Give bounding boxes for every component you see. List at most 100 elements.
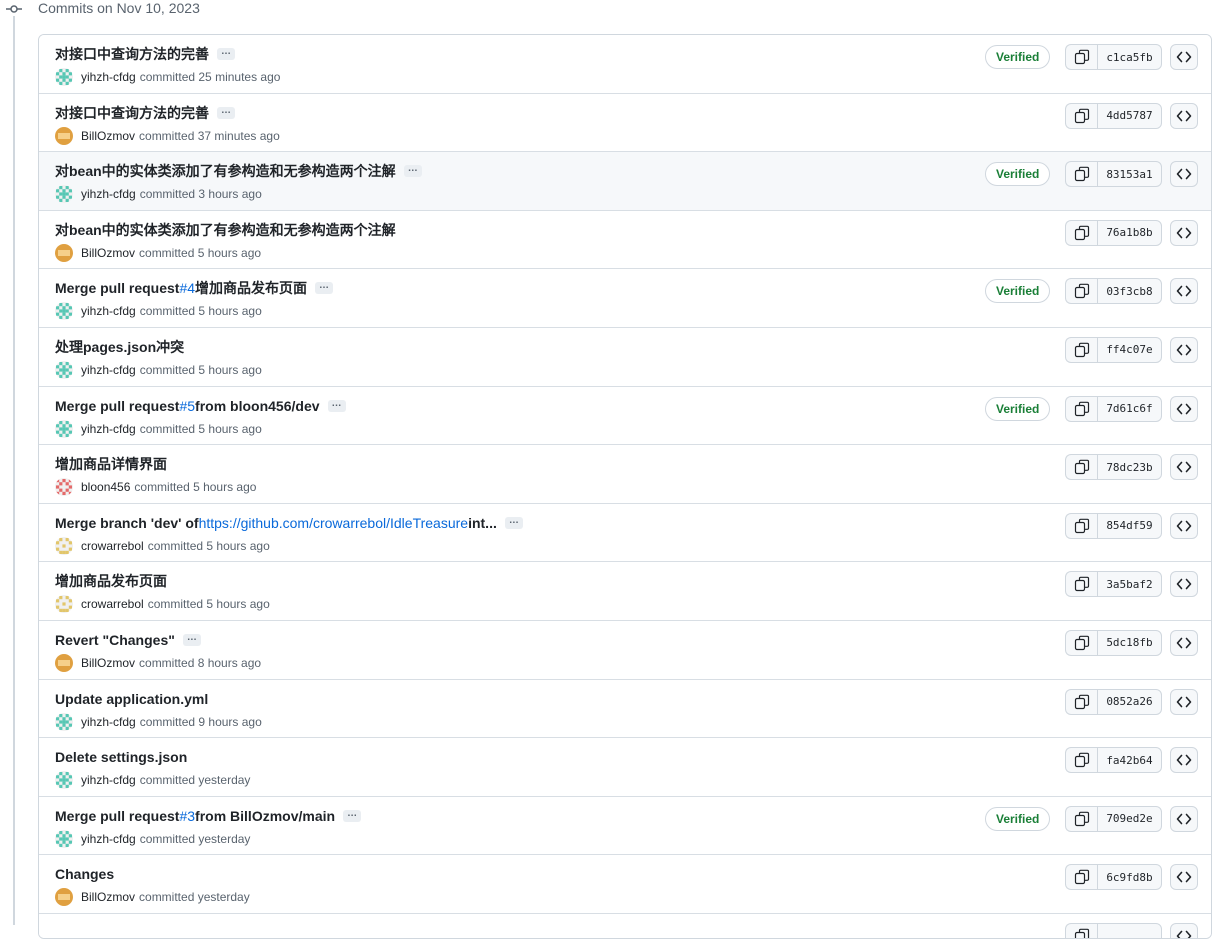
author-name[interactable]: yihzh-cfdg — [81, 832, 136, 846]
copy-sha-button[interactable] — [1065, 102, 1097, 129]
commit-row[interactable]: Revert "Changes" … BillOzmov committed 8 … — [39, 620, 1211, 680]
commit-row[interactable] — [39, 913, 1211, 938]
author-avatar[interactable] — [55, 68, 73, 86]
commit-message-text[interactable]: Merge pull request — [55, 397, 179, 415]
author-name[interactable]: yihzh-cfdg — [81, 187, 136, 201]
commit-row[interactable]: Merge pull request #3 from BillOzmov/mai… — [39, 796, 1211, 856]
author-name[interactable]: BillOzmov — [81, 129, 135, 143]
author-avatar[interactable] — [55, 771, 73, 790]
expand-message-button[interactable]: … — [217, 105, 235, 119]
copy-sha-button[interactable] — [1065, 278, 1097, 305]
copy-sha-button[interactable] — [1065, 44, 1097, 70]
browse-files-button[interactable] — [1170, 44, 1198, 70]
commit-message-link[interactable]: #4 — [179, 279, 195, 297]
browse-files-button[interactable] — [1170, 922, 1198, 938]
commit-message[interactable]: Update application.yml — [55, 690, 208, 708]
browse-files-button[interactable] — [1170, 864, 1198, 891]
author-name[interactable]: yihzh-cfdg — [81, 363, 136, 377]
copy-sha-button[interactable] — [1065, 395, 1097, 422]
commit-sha-link[interactable]: 78dc23b — [1097, 454, 1162, 481]
commit-sha-link[interactable]: 0852a26 — [1097, 688, 1162, 715]
author-avatar[interactable] — [55, 185, 73, 204]
expand-message-button[interactable]: … — [343, 808, 362, 822]
author-avatar[interactable] — [55, 360, 73, 379]
commit-sha-link[interactable]: 4dd5787 — [1097, 102, 1162, 129]
commit-row[interactable]: Merge pull request #5 from bloon456/dev …… — [39, 386, 1211, 446]
author-avatar[interactable] — [55, 888, 73, 907]
commit-message[interactable]: 增加商品发布页面 — [55, 572, 167, 590]
commit-message[interactable]: 对接口中查询方法的完善 — [55, 104, 209, 122]
commit-sha-link[interactable]: 5dc18fb — [1097, 629, 1162, 656]
browse-files-button[interactable] — [1170, 571, 1198, 598]
commit-sha-link[interactable]: fa42b64 — [1097, 747, 1162, 774]
commit-message[interactable]: 对bean中的实体类添加了有参构造和无参构造两个注解 — [55, 221, 396, 239]
browse-files-button[interactable] — [1170, 102, 1198, 129]
commit-message[interactable]: Delete settings.json — [55, 748, 187, 766]
expand-message-button[interactable]: … — [217, 47, 235, 60]
browse-files-button[interactable] — [1170, 805, 1198, 832]
author-name[interactable]: bloon456 — [81, 480, 130, 494]
commit-sha-link[interactable]: 83153a1 — [1097, 161, 1162, 188]
commit-message-text-rest[interactable]: from BillOzmov/main — [195, 807, 335, 825]
commit-message-text[interactable]: Merge pull request — [55, 279, 179, 297]
copy-sha-button[interactable] — [1065, 161, 1097, 188]
commit-row[interactable]: Merge pull request #4 增加商品发布页面 … yihzh-cf… — [39, 269, 1211, 328]
author-avatar[interactable] — [55, 595, 73, 614]
commit-sha-link[interactable]: 6c9fd8b — [1097, 864, 1162, 891]
copy-sha-button[interactable] — [1065, 805, 1097, 832]
commit-sha-link[interactable] — [1097, 922, 1162, 938]
author-name[interactable]: crowarrebol — [81, 597, 144, 611]
commit-message-text[interactable]: Merge branch 'dev' of — [55, 514, 199, 532]
author-name[interactable]: yihzh-cfdg — [81, 70, 136, 84]
author-avatar[interactable] — [55, 302, 73, 321]
expand-message-button[interactable]: … — [327, 398, 346, 412]
commit-message[interactable]: Changes — [55, 865, 114, 883]
author-avatar[interactable] — [55, 478, 73, 497]
commit-message-link[interactable]: #5 — [179, 397, 195, 415]
commit-message-text-rest[interactable]: 增加商品发布页面 — [195, 279, 307, 297]
author-avatar[interactable] — [55, 653, 73, 672]
browse-files-button[interactable] — [1170, 747, 1198, 774]
expand-message-button[interactable]: … — [182, 632, 201, 646]
verified-badge[interactable]: Verified — [985, 396, 1051, 421]
browse-files-button[interactable] — [1170, 336, 1198, 363]
commit-sha-link[interactable]: c1ca5fb — [1097, 44, 1162, 70]
commit-sha-link[interactable]: 3a5baf2 — [1097, 571, 1162, 598]
commit-row[interactable]: Merge branch 'dev' of https://github.com… — [39, 503, 1211, 563]
expand-message-button[interactable]: … — [403, 164, 422, 178]
author-avatar[interactable] — [55, 712, 73, 731]
browse-files-button[interactable] — [1170, 395, 1198, 422]
copy-sha-button[interactable] — [1065, 864, 1097, 891]
commit-sha-link[interactable]: 854df59 — [1097, 512, 1162, 539]
author-name[interactable]: crowarrebol — [81, 539, 144, 553]
commit-sha-link[interactable]: ff4c07e — [1097, 336, 1162, 363]
browse-files-button[interactable] — [1170, 629, 1198, 656]
browse-files-button[interactable] — [1170, 688, 1198, 715]
commit-message-text-rest[interactable]: int... — [468, 514, 497, 532]
verified-badge[interactable]: Verified — [985, 45, 1051, 69]
copy-sha-button[interactable] — [1065, 571, 1097, 598]
copy-sha-button[interactable] — [1065, 219, 1097, 246]
copy-sha-button[interactable] — [1065, 336, 1097, 363]
author-name[interactable]: BillOzmov — [81, 656, 135, 670]
commit-sha-link[interactable]: 7d61c6f — [1097, 395, 1162, 422]
commit-message[interactable]: 处理pages.json冲突 — [55, 338, 184, 356]
browse-files-button[interactable] — [1170, 454, 1198, 481]
verified-badge[interactable]: Verified — [985, 279, 1051, 304]
copy-sha-button[interactable] — [1065, 512, 1097, 539]
commit-row[interactable]: Changes BillOzmov committed yesterday 6c… — [39, 855, 1211, 914]
author-avatar[interactable] — [55, 536, 73, 555]
commit-row[interactable]: 增加商品详情界面 bloon456 committed 5 hours ago … — [39, 445, 1211, 504]
commit-row[interactable]: 对接口中查询方法的完善 … yihzh-cfdg committed 25 min… — [39, 35, 1211, 94]
commit-message-link[interactable]: #3 — [179, 807, 195, 825]
commit-sha-link[interactable]: 03f3cb8 — [1097, 278, 1162, 305]
commit-message-text[interactable]: Merge pull request — [55, 807, 179, 825]
author-avatar[interactable] — [55, 243, 73, 262]
author-name[interactable]: BillOzmov — [81, 890, 135, 904]
commit-row[interactable]: Update application.yml yihzh-cfdg commit… — [39, 679, 1211, 739]
commit-message[interactable]: 对bean中的实体类添加了有参构造和无参构造两个注解 — [55, 162, 396, 180]
commit-sha-link[interactable]: 709ed2e — [1097, 805, 1162, 832]
commit-sha-link[interactable]: 76a1b8b — [1097, 219, 1162, 246]
expand-message-button[interactable]: … — [504, 515, 523, 529]
copy-sha-button[interactable] — [1065, 747, 1097, 774]
